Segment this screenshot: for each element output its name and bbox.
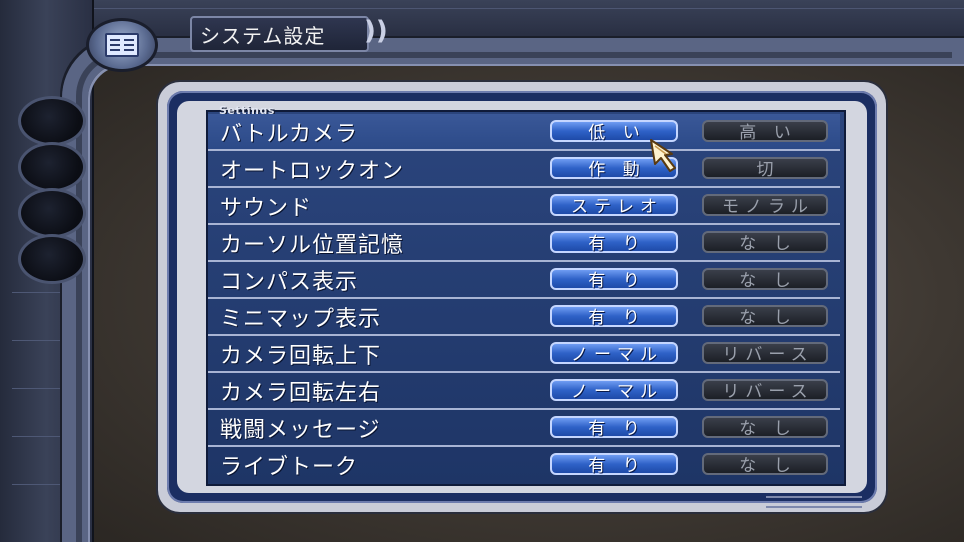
option-yes-button[interactable]: 有 り xyxy=(550,268,678,291)
option-yes-button[interactable]: 有 り xyxy=(550,416,678,439)
option-stereo-button[interactable]: ステレオ xyxy=(550,194,678,217)
setting-label: オートロックオン xyxy=(220,159,405,184)
setting-label: バトルカメラ xyxy=(220,122,359,147)
setting-row-compass[interactable]: コンパス表示 有 り な し xyxy=(208,262,840,299)
setting-row-sound[interactable]: サウンド ステレオ モノラル xyxy=(208,188,840,225)
page-title: システム設定 xyxy=(200,24,326,48)
game-screen: システム設定 )) Settings バトルカメラ 低 い 高 い オートロック… xyxy=(0,0,964,542)
option-no-button[interactable]: な し xyxy=(702,268,828,291)
setting-row-live-talk[interactable]: ライブトーク 有 り な し xyxy=(208,447,840,482)
setting-row-minimap[interactable]: ミニマップ表示 有 り な し xyxy=(208,299,840,336)
setting-label: カーソル位置記憶 xyxy=(220,233,405,258)
setting-label: ライブトーク xyxy=(220,455,359,480)
setting-label: 戦闘メッセージ xyxy=(220,418,381,443)
option-reverse-button[interactable]: リバース xyxy=(702,342,828,365)
setting-label: サウンド xyxy=(220,196,313,221)
option-no-button[interactable]: な し xyxy=(702,416,828,439)
side-slot xyxy=(18,188,86,238)
option-no-button[interactable]: な し xyxy=(702,231,828,254)
side-slot xyxy=(18,142,86,192)
option-yes-button[interactable]: 有 り xyxy=(550,453,678,476)
setting-label: カメラ回転上下 xyxy=(220,344,382,369)
option-yes-button[interactable]: 有 り xyxy=(550,231,678,254)
option-no-button[interactable]: な し xyxy=(702,453,828,476)
option-yes-button[interactable]: 有 り xyxy=(550,305,678,328)
option-off-button[interactable]: 切 xyxy=(702,157,828,180)
setting-row-battle-message[interactable]: 戦闘メッセージ 有 り な し xyxy=(208,410,840,447)
menu-list-glyph xyxy=(105,33,139,57)
option-normal-button[interactable]: ノーマル xyxy=(550,379,678,402)
header-bracket: )) xyxy=(364,16,388,46)
setting-label: カメラ回転左右 xyxy=(220,381,382,406)
setting-row-camera-vertical[interactable]: カメラ回転上下 ノーマル リバース xyxy=(208,336,840,373)
setting-row-auto-lock-on[interactable]: オートロックオン 作 動 切 xyxy=(208,151,840,188)
option-high-button[interactable]: 高 い xyxy=(702,120,828,143)
setting-label: ミニマップ表示 xyxy=(220,307,382,332)
header-title-box: システム設定 xyxy=(190,16,369,52)
option-mono-button[interactable]: モノラル xyxy=(702,194,828,217)
side-slot xyxy=(18,234,86,284)
menu-list-icon xyxy=(86,18,158,72)
setting-label: コンパス表示 xyxy=(220,270,359,295)
side-slot xyxy=(18,96,86,146)
setting-row-camera-horizontal[interactable]: カメラ回転左右 ノーマル リバース xyxy=(208,373,840,410)
panel-decoration xyxy=(766,496,862,508)
hand-pointer-icon xyxy=(650,139,676,172)
option-no-button[interactable]: な し xyxy=(702,305,828,328)
option-normal-button[interactable]: ノーマル xyxy=(550,342,678,365)
setting-row-battle-camera[interactable]: バトルカメラ 低 い 高 い xyxy=(208,114,840,151)
option-reverse-button[interactable]: リバース xyxy=(702,379,828,402)
setting-row-cursor-memory[interactable]: カーソル位置記憶 有 り な し xyxy=(208,225,840,262)
